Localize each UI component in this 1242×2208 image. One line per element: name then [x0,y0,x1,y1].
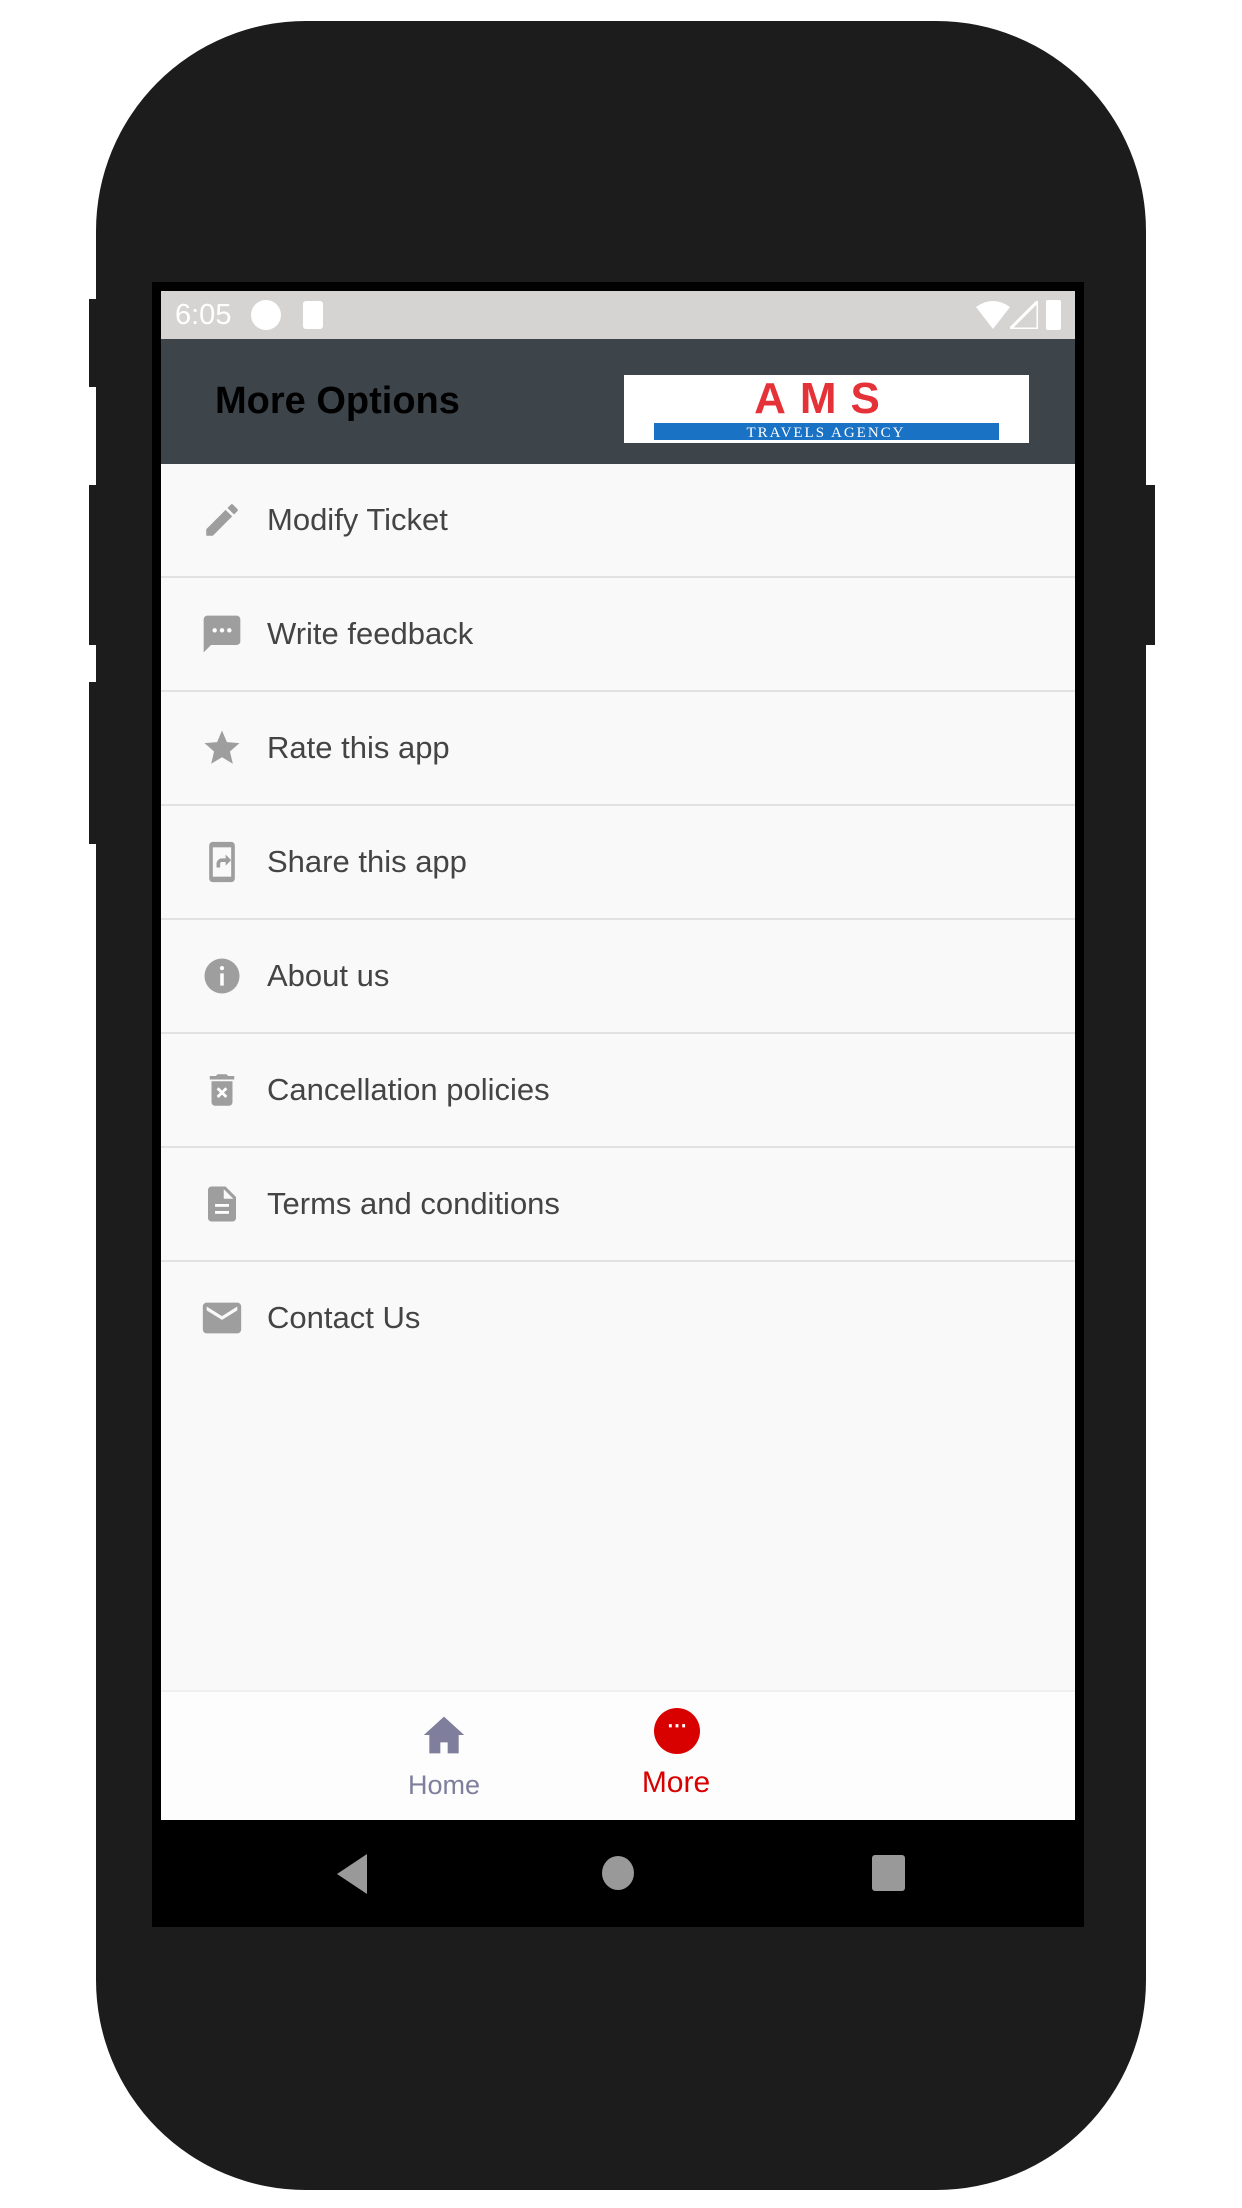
tab-home-label: Home [407,1770,481,1800]
signal-icon [1010,301,1038,329]
menu-item-label: Modify Ticket [267,502,448,537]
menu-item-about-us[interactable]: About us [161,920,1075,1034]
menu-item-share-app[interactable]: Share this app [161,806,1075,920]
notification-icon [251,300,282,330]
wifi-icon [976,301,1010,329]
menu-item-label: Terms and conditions [267,1186,560,1221]
tab-more[interactable]: ⋯ More [576,1692,776,1820]
app-header: More Options AMS TRAVELS AGENCY [161,339,1075,464]
back-button[interactable] [335,1854,369,1894]
pencil-icon [199,497,245,543]
ams-logo: AMS TRAVELS AGENCY [624,374,1029,443]
svg-text:TRAVELS AGENCY: TRAVELS AGENCY [747,425,906,441]
menu-item-contact-us[interactable]: Contact Us [161,1262,1075,1374]
menu-item-label: Contact Us [267,1300,421,1335]
star-icon [199,725,245,771]
delete-icon [199,1067,245,1113]
tab-more-label: More [641,1766,711,1799]
home-button[interactable] [602,1856,634,1890]
menu-list: Modify Ticket Write feedback Rate this a… [161,464,1075,1374]
menu-item-rate-app[interactable]: Rate this app [161,692,1075,806]
svg-text:AMS: AMS [754,375,894,423]
home-icon [423,1716,465,1754]
recents-button[interactable] [872,1855,905,1891]
feedback-icon [199,611,245,657]
info-icon [199,953,245,999]
menu-item-label: Share this app [267,844,467,879]
battery-icon [1046,300,1061,330]
system-navigation-bar [161,1820,1075,1927]
menu-item-write-feedback[interactable]: Write feedback [161,578,1075,692]
menu-item-label: Cancellation policies [267,1072,550,1107]
tab-home[interactable]: Home [344,1692,544,1820]
screen: 6:05 More Options AMS TRAVELS AGENCY Mod… [161,291,1075,1820]
mail-icon [199,1295,245,1341]
side-button [89,485,98,645]
status-time: 6:05 [175,298,232,331]
menu-item-cancellation-policies[interactable]: Cancellation policies [161,1034,1075,1148]
bottom-navigation: Home ⋯ More [161,1690,1075,1820]
power-button [1146,485,1155,645]
menu-item-modify-ticket[interactable]: Modify Ticket [161,464,1075,578]
menu-item-terms[interactable]: Terms and conditions [161,1148,1075,1262]
sd-card-icon [303,301,324,329]
side-button [89,299,98,387]
more-icon: ⋯ [654,1708,700,1754]
status-bar: 6:05 [161,291,1075,339]
side-button [89,682,98,844]
menu-item-label: About us [267,958,390,993]
page-title: More Options [215,380,460,422]
menu-item-label: Write feedback [267,616,474,651]
menu-item-label: Rate this app [267,730,450,765]
share-phone-icon [199,839,245,885]
document-icon [199,1181,245,1227]
